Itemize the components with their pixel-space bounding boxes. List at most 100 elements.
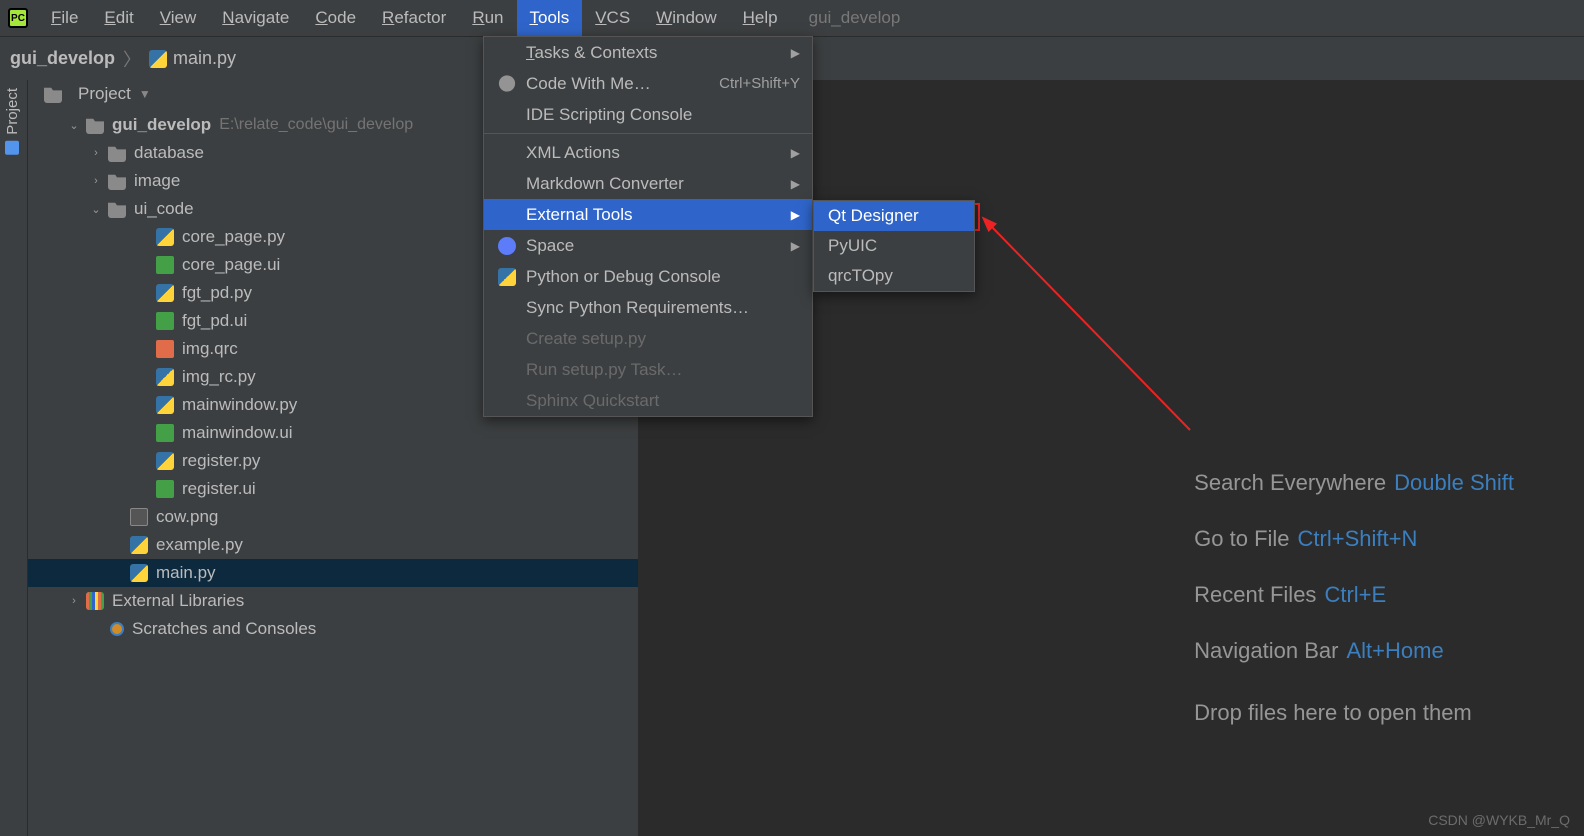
- menu-item-external-tools[interactable]: External Tools▶: [484, 199, 812, 230]
- tree-item-label: main.py: [156, 563, 216, 583]
- breadcrumb-separator: 〉: [123, 46, 141, 72]
- menu-item-xml-actions[interactable]: XML Actions▶: [484, 137, 812, 168]
- menu-help[interactable]: Help: [730, 0, 791, 36]
- tree-item-label: cow.png: [156, 507, 218, 527]
- drop-files-hint: Drop files here to open them: [1194, 700, 1514, 726]
- menu-item-space[interactable]: Space▶: [484, 230, 812, 261]
- menu-item-code-with-me-[interactable]: Code With Me…Ctrl+Shift+Y: [484, 68, 812, 99]
- tree-item-label: gui_develop: [112, 115, 211, 135]
- menu-view[interactable]: View: [147, 0, 210, 36]
- menu-item-markdown-converter[interactable]: Markdown Converter ▶: [484, 168, 812, 199]
- project-tool-tab[interactable]: Project: [0, 80, 28, 836]
- ui-file-icon: [156, 312, 174, 330]
- tree-file-cow.png[interactable]: cow.png: [28, 503, 638, 531]
- tree-file-example.py[interactable]: example.py: [28, 531, 638, 559]
- tree-item-label: image: [134, 171, 180, 191]
- hint-shortcut: Alt+Home: [1346, 638, 1443, 663]
- scratches-icon: [110, 622, 124, 636]
- submenu-arrow-icon: ▶: [791, 177, 800, 191]
- py-file-icon: [156, 452, 174, 470]
- menu-item-label: Markdown Converter: [526, 174, 781, 194]
- qrc-file-icon: [156, 340, 174, 358]
- py-file-icon: [156, 368, 174, 386]
- menu-file[interactable]: File: [38, 0, 91, 36]
- python-file-icon: [149, 50, 167, 68]
- tools-menu[interactable]: Tasks & Contexts ▶ Code With Me…Ctrl+Shift…: [483, 36, 813, 417]
- tree-file-mainwindow.ui[interactable]: mainwindow.ui: [28, 419, 638, 447]
- menu-item-label: Tasks & Contexts: [526, 43, 781, 63]
- submenu-item-qt-designer[interactable]: Qt Designer: [814, 201, 974, 231]
- tree-file-register.py[interactable]: register.py: [28, 447, 638, 475]
- hint-label: Recent Files: [1194, 582, 1316, 607]
- menu-edit[interactable]: Edit: [91, 0, 146, 36]
- folder-icon: [108, 144, 126, 162]
- person-icon: [498, 75, 516, 93]
- ui-file-icon: [156, 480, 174, 498]
- tree-external-libraries[interactable]: ›External Libraries: [28, 587, 638, 615]
- tree-item-label: fgt_pd.ui: [182, 311, 247, 331]
- window-project-name: gui_develop: [809, 8, 901, 28]
- menu-item-ide-scripting-console[interactable]: IDE Scripting Console: [484, 99, 812, 130]
- menu-item-python-or-debug-console[interactable]: Python or Debug Console: [484, 261, 812, 292]
- menu-item-sync-python-requirements-[interactable]: Sync Python Requirements…: [484, 292, 812, 323]
- tree-item-label: example.py: [156, 535, 243, 555]
- menu-item-label: Run setup.py Task…: [526, 360, 800, 380]
- hint-shortcut: Ctrl+E: [1324, 582, 1386, 607]
- png-file-icon: [130, 508, 148, 526]
- libraries-icon: [86, 592, 104, 610]
- breadcrumb-root[interactable]: gui_develop: [10, 48, 115, 69]
- menu-item-label: XML Actions: [526, 143, 781, 163]
- menu-item-run-setup-py-task-: Run setup.py Task…: [484, 354, 812, 385]
- python-icon: [498, 268, 516, 286]
- external-tools-submenu[interactable]: Qt DesignerPyUICqrcTOpy: [813, 200, 975, 292]
- tree-scratches[interactable]: Scratches and Consoles: [28, 615, 638, 643]
- editor-hint: Navigation Bar Alt+Home: [1194, 638, 1514, 664]
- tree-item-label: mainwindow.py: [182, 395, 297, 415]
- tree-caret-icon: ⌄: [88, 203, 104, 216]
- menu-window[interactable]: Window: [643, 0, 729, 36]
- menu-refactor[interactable]: Refactor: [369, 0, 459, 36]
- menu-code[interactable]: Code: [302, 0, 369, 36]
- hint-shortcut: Ctrl+Shift+N: [1298, 526, 1418, 551]
- panel-title[interactable]: Project: [78, 84, 131, 104]
- menu-vcs[interactable]: VCS: [582, 0, 643, 36]
- panel-dropdown-icon[interactable]: ▼: [139, 87, 151, 101]
- tree-file-main.py[interactable]: main.py: [28, 559, 638, 587]
- menu-item-create-setup-py: Create setup.py: [484, 323, 812, 354]
- tree-item-label: img_rc.py: [182, 367, 256, 387]
- editor-hint: Search EverywhereDouble Shift: [1194, 470, 1514, 496]
- menu-item-label: Create setup.py: [526, 329, 800, 349]
- space-icon: [498, 237, 516, 255]
- menu-item-label: Sphinx Quickstart: [526, 391, 800, 411]
- tree-item-label: register.py: [182, 451, 260, 471]
- folder-icon: [86, 116, 104, 134]
- editor-hint: Go to FileCtrl+Shift+N: [1194, 526, 1514, 552]
- menubar: PC FileEditViewNavigateCodeRefactorRunTo…: [0, 0, 1584, 36]
- tree-file-register.ui[interactable]: register.ui: [28, 475, 638, 503]
- submenu-arrow-icon: ▶: [791, 46, 800, 60]
- menu-navigate[interactable]: Navigate: [209, 0, 302, 36]
- tree-item-label: External Libraries: [112, 591, 244, 611]
- breadcrumb-file[interactable]: main.py: [173, 48, 236, 69]
- menu-tools[interactable]: Tools: [517, 0, 583, 36]
- menu-item-label: IDE Scripting Console: [526, 105, 800, 125]
- tree-item-hint: E:\relate_code\gui_develop: [219, 116, 413, 134]
- tree-item-label: fgt_pd.py: [182, 283, 252, 303]
- folder-icon: [44, 85, 62, 103]
- folder-icon: [108, 200, 126, 218]
- submenu-arrow-icon: ▶: [791, 239, 800, 253]
- hint-label: Navigation Bar: [1194, 638, 1338, 663]
- tree-caret-icon: ›: [88, 147, 104, 159]
- py-file-icon: [130, 536, 148, 554]
- submenu-item-qrctopy[interactable]: qrcTOpy: [814, 261, 974, 291]
- submenu-item-pyuic[interactable]: PyUIC: [814, 231, 974, 261]
- watermark: CSDN @WYKB_Mr_Q: [1428, 812, 1570, 828]
- menu-run[interactable]: Run: [459, 0, 516, 36]
- menu-item-shortcut: Ctrl+Shift+Y: [719, 75, 800, 92]
- menu-item-tasks-contexts[interactable]: Tasks & Contexts ▶: [484, 37, 812, 68]
- menu-item-sphinx-quickstart: Sphinx Quickstart: [484, 385, 812, 416]
- tree-item-label: core_page.ui: [182, 255, 280, 275]
- project-tab-icon: [6, 141, 20, 155]
- tree-caret-icon: ›: [88, 175, 104, 187]
- tree-item-label: Scratches and Consoles: [132, 619, 316, 639]
